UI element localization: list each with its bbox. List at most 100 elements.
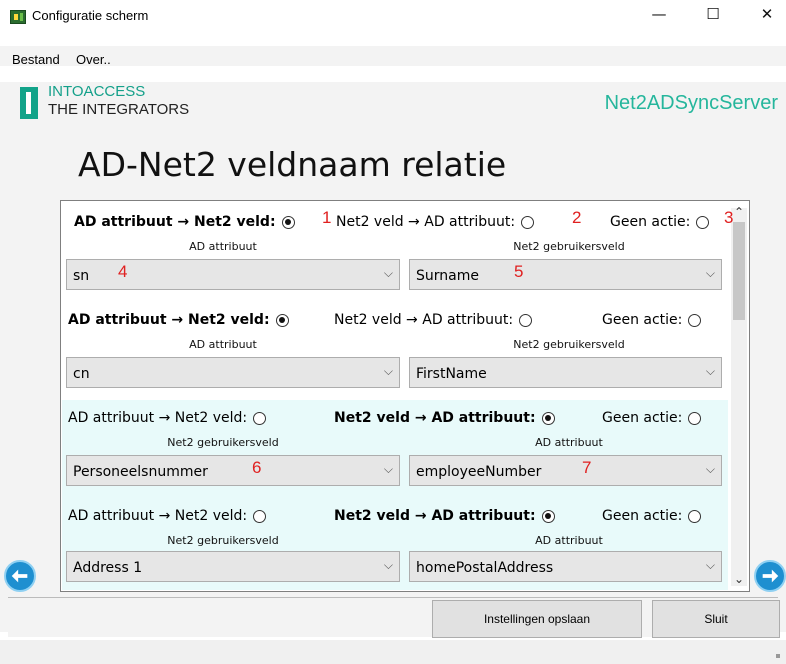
ad-attribute-select[interactable]: homePostalAddress ⌵	[409, 551, 722, 582]
option-net2-to-ad[interactable]: Net2 veld → AD attribuut:	[336, 214, 535, 230]
select-value: Address 1	[73, 560, 143, 576]
radio-none[interactable]	[688, 509, 702, 523]
option-label: Net2 veld → AD attribuut:	[334, 508, 536, 524]
annotation-label: 4	[118, 262, 128, 281]
mapping-row: AD attribuut → Net2 veld: Net2 veld → AD…	[62, 498, 728, 590]
right-field-label: AD attribuut	[535, 436, 603, 449]
chevron-down-icon: ⌵	[383, 558, 393, 572]
radio-ad-to-net2[interactable]	[253, 411, 267, 425]
mapping-row: AD attribuut → Net2 veld: Net2 veld → AD…	[62, 204, 728, 302]
option-label: AD attribuut → Net2 veld:	[74, 214, 276, 230]
annotation-label: 7	[582, 458, 592, 477]
net2-field-select[interactable]: FirstName ⌵	[409, 357, 722, 388]
select-value: employeeNumber	[416, 464, 542, 480]
radio-none[interactable]	[696, 215, 710, 229]
option-label: AD attribuut → Net2 veld:	[68, 410, 248, 426]
radio-net2-to-ad[interactable]	[541, 411, 555, 425]
net2-field-select[interactable]: Personeelsnummer ⌵	[66, 455, 400, 486]
option-none[interactable]: Geen actie:	[602, 410, 702, 426]
option-label: AD attribuut → Net2 veld:	[68, 312, 270, 328]
net2-field-select[interactable]: Surname ⌵	[409, 259, 722, 290]
radio-net2-to-ad[interactable]	[521, 215, 535, 229]
right-field-label: Net2 gebruikersveld	[513, 338, 625, 351]
option-ad-to-net2[interactable]: AD attribuut → Net2 veld:	[68, 410, 267, 426]
scrollbar-thumb[interactable]	[733, 222, 745, 320]
logo-brand: INTOACCESS	[48, 83, 146, 100]
ad-attribute-select[interactable]: cn ⌵	[66, 357, 400, 388]
radio-net2-to-ad[interactable]	[541, 509, 555, 523]
menu-bar: Bestand Over..	[0, 46, 786, 67]
option-label: Geen actie:	[602, 312, 683, 328]
page-title: AD-Net2 veldnaam relatie	[78, 145, 507, 184]
radio-none[interactable]	[688, 313, 702, 327]
logo-tagline: THE INTEGRATORS	[48, 101, 190, 118]
net2-field-select[interactable]: Address 1 ⌵	[66, 551, 400, 582]
select-value: Surname	[416, 268, 479, 284]
minimize-button[interactable]: —	[636, 0, 682, 28]
option-net2-to-ad[interactable]: Net2 veld → AD attribuut:	[334, 312, 533, 328]
annotation-label: 6	[252, 458, 262, 477]
server-name: Net2ADSyncServer	[604, 92, 778, 114]
mapping-row: AD attribuut → Net2 veld: Net2 veld → AD…	[62, 400, 728, 498]
left-field-label: Net2 gebruikersveld	[167, 436, 279, 449]
left-field-label: AD attribuut	[189, 338, 257, 351]
maximize-button[interactable]: ☐	[690, 0, 736, 28]
close-button[interactable]: Sluit	[652, 600, 780, 638]
scroll-up-icon[interactable]: ⌃	[734, 205, 744, 219]
chevron-down-icon: ⌵	[705, 266, 715, 280]
arrow-left-circle-icon[interactable]	[4, 560, 36, 592]
chevron-down-icon: ⌵	[705, 558, 715, 572]
radio-ad-to-net2[interactable]	[275, 313, 289, 327]
chevron-down-icon: ⌵	[705, 364, 715, 378]
option-ad-to-net2[interactable]: AD attribuut → Net2 veld:	[68, 508, 267, 524]
menu-over[interactable]: Over..	[76, 52, 111, 67]
select-value: sn	[73, 268, 90, 284]
arrow-right-circle-icon[interactable]	[754, 560, 786, 592]
annotation-label: 2	[572, 208, 582, 227]
chevron-down-icon: ⌵	[705, 462, 715, 476]
chevron-down-icon: ⌵	[383, 266, 393, 280]
ad-attribute-select[interactable]: sn ⌵	[66, 259, 400, 290]
menu-bestand[interactable]: Bestand	[12, 52, 60, 67]
option-label: Geen actie:	[602, 508, 683, 524]
ad-attribute-select[interactable]: employeeNumber ⌵	[409, 455, 722, 486]
left-field-label: Net2 gebruikersveld	[167, 534, 279, 547]
option-label: AD attribuut → Net2 veld:	[68, 508, 248, 524]
logo-icon	[20, 87, 38, 119]
option-none[interactable]: Geen actie:	[610, 214, 710, 230]
annotation-label: 5	[514, 262, 524, 281]
app-icon	[10, 10, 26, 24]
resize-grip-icon[interactable]	[776, 654, 780, 658]
select-value: cn	[73, 366, 90, 382]
close-window-button[interactable]: ✕	[744, 0, 786, 28]
window-title: Configuratie scherm	[32, 8, 149, 23]
option-label: Geen actie:	[602, 410, 683, 426]
mapping-row: AD attribuut → Net2 veld: Net2 veld → AD…	[62, 302, 728, 400]
option-label: Geen actie:	[610, 214, 691, 230]
option-none[interactable]: Geen actie:	[602, 508, 702, 524]
radio-ad-to-net2[interactable]	[281, 215, 295, 229]
scroll-down-icon[interactable]: ⌄	[734, 572, 744, 586]
option-net2-to-ad[interactable]: Net2 veld → AD attribuut:	[334, 508, 555, 524]
radio-net2-to-ad[interactable]	[519, 313, 533, 327]
annotation-label: 1	[322, 208, 332, 227]
title-bar: Configuratie scherm — ☐ ✕	[0, 0, 786, 28]
radio-none[interactable]	[688, 411, 702, 425]
select-value: Personeelsnummer	[73, 464, 208, 480]
option-net2-to-ad[interactable]: Net2 veld → AD attribuut:	[334, 410, 555, 426]
chevron-down-icon: ⌵	[383, 462, 393, 476]
option-ad-to-net2[interactable]: AD attribuut → Net2 veld:	[74, 214, 295, 230]
annotation-label: 3	[724, 208, 734, 227]
option-label: Net2 veld → AD attribuut:	[334, 312, 514, 328]
save-settings-button[interactable]: Instellingen opslaan	[432, 600, 642, 638]
option-label: Net2 veld → AD attribuut:	[334, 410, 536, 426]
chevron-down-icon: ⌵	[383, 364, 393, 378]
right-field-label: Net2 gebruikersveld	[513, 240, 625, 253]
option-label: Net2 veld → AD attribuut:	[336, 214, 516, 230]
option-none[interactable]: Geen actie:	[602, 312, 702, 328]
status-bar	[0, 640, 786, 664]
option-ad-to-net2[interactable]: AD attribuut → Net2 veld:	[68, 312, 289, 328]
right-field-label: AD attribuut	[535, 534, 603, 547]
radio-ad-to-net2[interactable]	[253, 509, 267, 523]
select-value: FirstName	[416, 366, 487, 382]
